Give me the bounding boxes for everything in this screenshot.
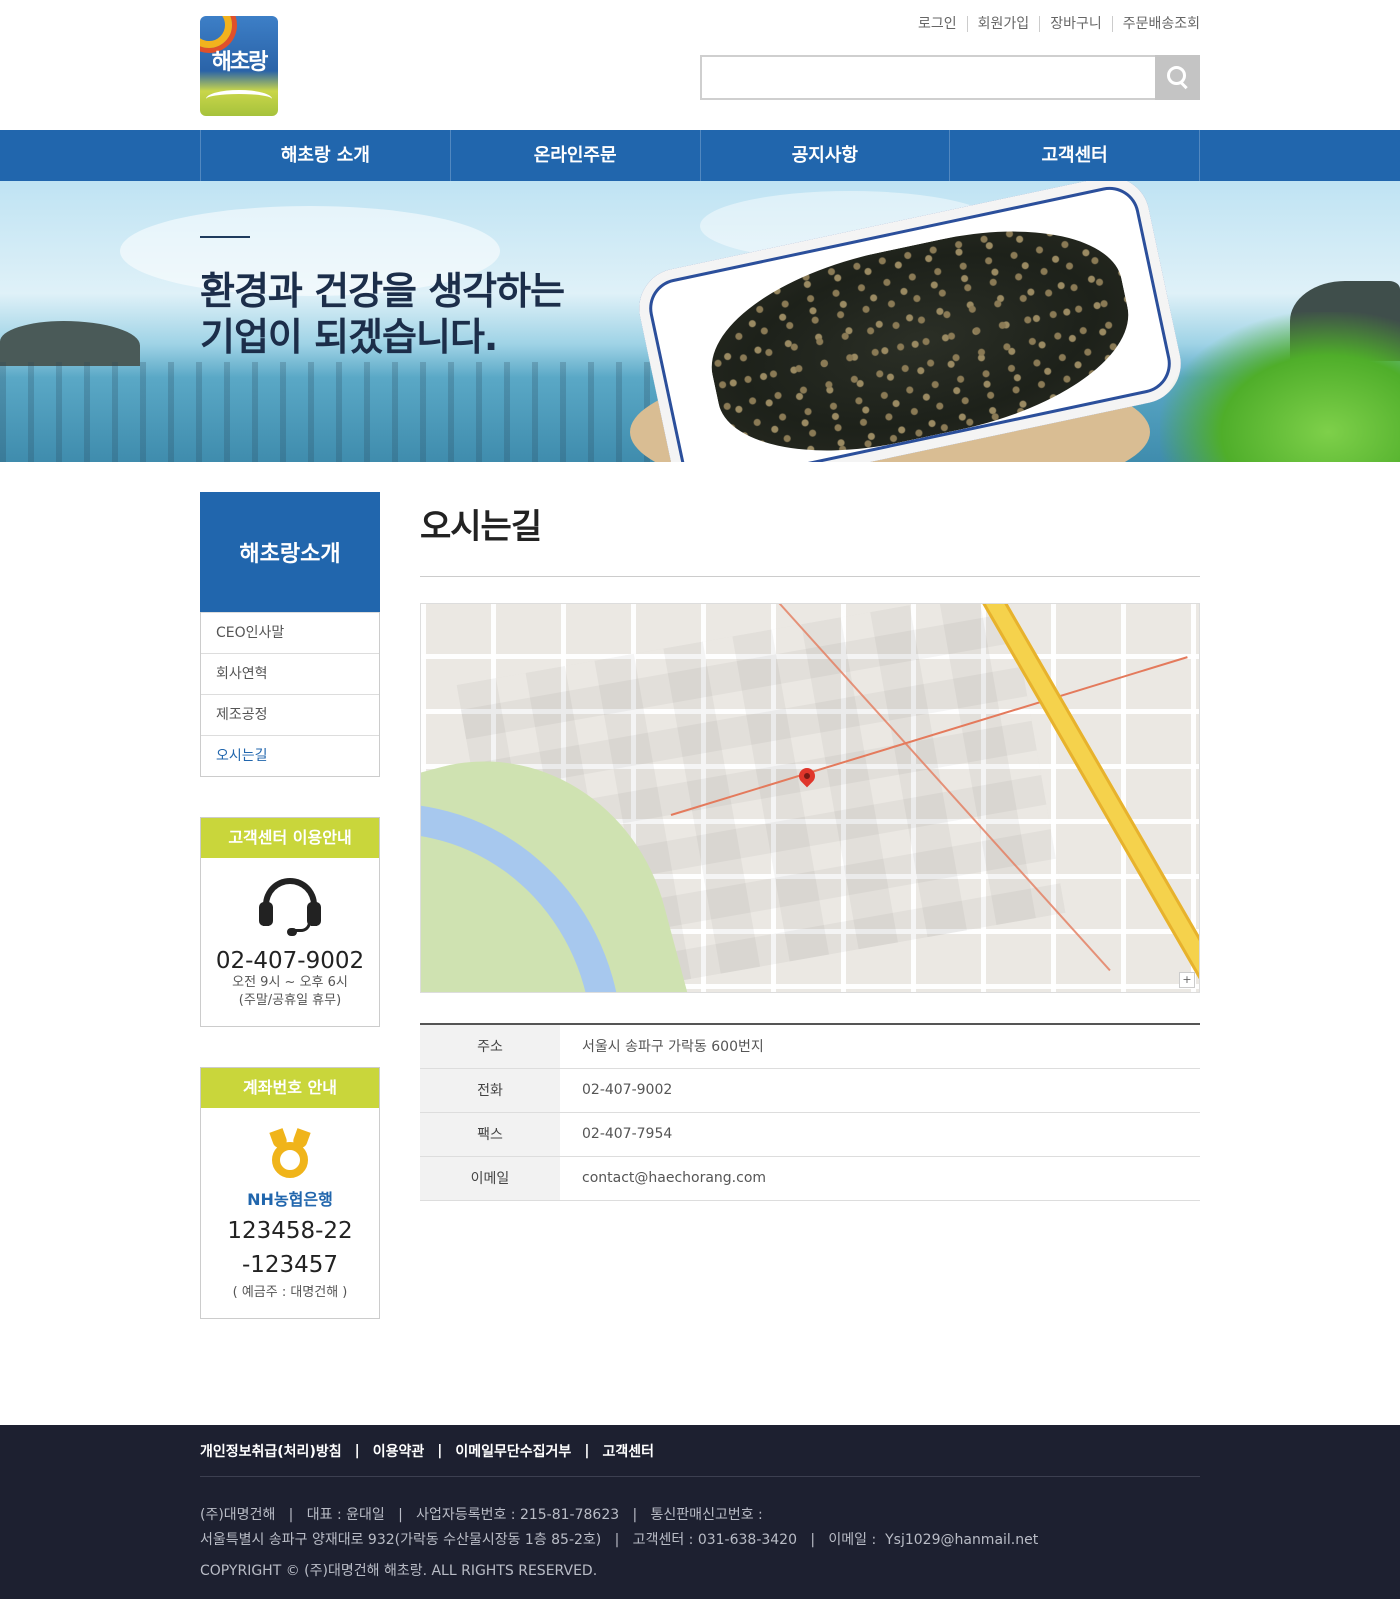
headset-icon [259, 876, 321, 940]
header: 해초랑 로그인 회원가입 장바구니 주문배송조회 [200, 0, 1200, 130]
info-value: 02-407-7954 [582, 1126, 673, 1142]
info-value: 서울시 송파구 가락동 600번지 [582, 1039, 764, 1056]
account-title: 계좌번호 안내 [201, 1068, 379, 1108]
utility-menu: 로그인 회원가입 장바구니 주문배송조회 [908, 16, 1200, 32]
logo-text: 해초랑 [211, 49, 269, 75]
info-label: 주소 [420, 1024, 560, 1068]
banner-line-1: 환경과 건강을 생각하는 [200, 269, 565, 313]
sidebar-menu: CEO인사말 회사연혁 제조공정 오시는길 [200, 612, 380, 777]
page-title: 오시는길 [420, 492, 1200, 577]
company-info-line-1: (주)대명건해 | 대표 : 윤대일 | 사업자등록번호 : 215-81-78… [200, 1507, 763, 1523]
sidebar: 해초랑소개 CEO인사말 회사연혁 제조공정 오시는길 고객센터 이용안내 02… [200, 492, 380, 1319]
terms-link[interactable]: 이용약관 [373, 1441, 425, 1461]
banner-seaweed-farm [0, 362, 680, 462]
search-input[interactable] [700, 55, 1155, 100]
search-bar [700, 55, 1200, 100]
email-refusal-link[interactable]: 이메일무단수집거부 [455, 1441, 571, 1461]
contact-info-table: 주소 서울시 송파구 가락동 600번지 전화 02-407-9002 팩스 0… [420, 1023, 1200, 1201]
order-tracking-link[interactable]: 주문배송조회 [1111, 16, 1200, 32]
login-link[interactable]: 로그인 [908, 16, 967, 32]
search-icon [1167, 66, 1189, 88]
logo-wave-icon [206, 90, 272, 108]
info-label: 팩스 [420, 1112, 560, 1156]
nav-about[interactable]: 해초랑 소개 [201, 130, 451, 181]
map-zoom-icon[interactable]: + [1179, 972, 1195, 988]
nh-bank-logo-icon [269, 1128, 311, 1180]
table-row: 전화 02-407-9002 [420, 1068, 1200, 1112]
sidebar-item-ceo[interactable]: CEO인사말 [201, 612, 379, 653]
nav-notice[interactable]: 공지사항 [701, 130, 951, 181]
nav-customer-center[interactable]: 고객센터 [950, 130, 1200, 181]
table-row: 주소 서울시 송파구 가락동 600번지 [420, 1024, 1200, 1068]
banner-grass [1160, 312, 1400, 462]
customer-holiday: (주말/공휴일 휴무) [238, 993, 342, 1008]
account-box: 계좌번호 안내 NH농협은행 123458-22 -123457 ( 예금주 :… [200, 1067, 380, 1319]
copyright: COPYRIGHT © (주)대명건해 해초랑. ALL RIGHTS RESE… [200, 1563, 598, 1579]
sidebar-item-process[interactable]: 제조공정 [201, 694, 379, 735]
hero-banner: 환경과 건강을 생각하는 기업이 되겠습니다. [0, 181, 1400, 462]
signup-link[interactable]: 회원가입 [966, 16, 1040, 32]
footer-customer-center-link[interactable]: 고객센터 [602, 1441, 654, 1461]
footer-separator: | [437, 1442, 443, 1459]
account-holder: ( 예금주 : 대명건해 ) [232, 1285, 348, 1300]
company-info-line-2: 서울특별시 송파구 양재대로 932(가락동 수산물시장동 1층 85-2호) … [200, 1532, 1039, 1548]
info-value: contact@haechorang.com [582, 1170, 767, 1186]
sidebar-title: 해초랑소개 [200, 492, 380, 612]
customer-center-title: 고객센터 이용안내 [201, 818, 379, 858]
customer-center-box: 고객센터 이용안내 02-407-9002 오전 9시 ~ 오후 6시 (주말/… [200, 817, 380, 1027]
banner-headline: 환경과 건강을 생각하는 기업이 되겠습니다. [200, 236, 565, 360]
account-number-line-2: -123457 [241, 1252, 339, 1278]
footer-separator: | [354, 1442, 360, 1459]
info-label: 전화 [420, 1068, 560, 1112]
banner-headline-text: 환경과 건강을 생각하는 기업이 되겠습니다. [200, 268, 565, 360]
main-content: 오시는길 + 주소 서울시 송파구 가락동 600번지 전화 02-407-90… [420, 492, 1200, 1319]
footer: 개인정보취급(처리)방침 | 이용약관 | 이메일무단수집거부 | 고객센터 (… [0, 1425, 1400, 1599]
cart-link[interactable]: 장바구니 [1039, 16, 1112, 32]
table-row: 팩스 02-407-7954 [420, 1112, 1200, 1156]
sidebar-item-history[interactable]: 회사연혁 [201, 653, 379, 694]
footer-links: 개인정보취급(처리)방침 | 이용약관 | 이메일무단수집거부 | 고객센터 [200, 1425, 1200, 1477]
main-nav: 해초랑 소개 온라인주문 공지사항 고객센터 [200, 130, 1200, 181]
customer-phone: 02-407-9002 [215, 948, 365, 974]
banner-divider [200, 236, 250, 238]
privacy-policy-link[interactable]: 개인정보취급(처리)방침 [200, 1441, 342, 1461]
banner-line-2: 기업이 되겠습니다. [200, 315, 498, 359]
search-button[interactable] [1155, 55, 1200, 100]
content: 해초랑소개 CEO인사말 회사연혁 제조공정 오시는길 고객센터 이용안내 02… [200, 462, 1200, 1419]
logo[interactable]: 해초랑 [200, 16, 278, 116]
footer-separator: | [584, 1442, 590, 1459]
account-number-line-1: 123458-22 [227, 1218, 353, 1244]
location-map[interactable]: + [420, 603, 1200, 993]
nav-online-order[interactable]: 온라인주문 [451, 130, 701, 181]
sidebar-item-directions[interactable]: 오시는길 [201, 735, 379, 776]
customer-hours: 오전 9시 ~ 오후 6시 [232, 975, 348, 990]
banner-rock [0, 321, 140, 366]
main-nav-bar: 해초랑 소개 온라인주문 공지사항 고객센터 [0, 130, 1400, 181]
table-row: 이메일 contact@haechorang.com [420, 1156, 1200, 1200]
info-value: 02-407-9002 [582, 1082, 673, 1098]
company-info: (주)대명건해 | 대표 : 윤대일 | 사업자등록번호 : 215-81-78… [200, 1477, 1200, 1553]
info-label: 이메일 [420, 1156, 560, 1200]
bank-name: NH농협은행 [247, 1190, 333, 1209]
